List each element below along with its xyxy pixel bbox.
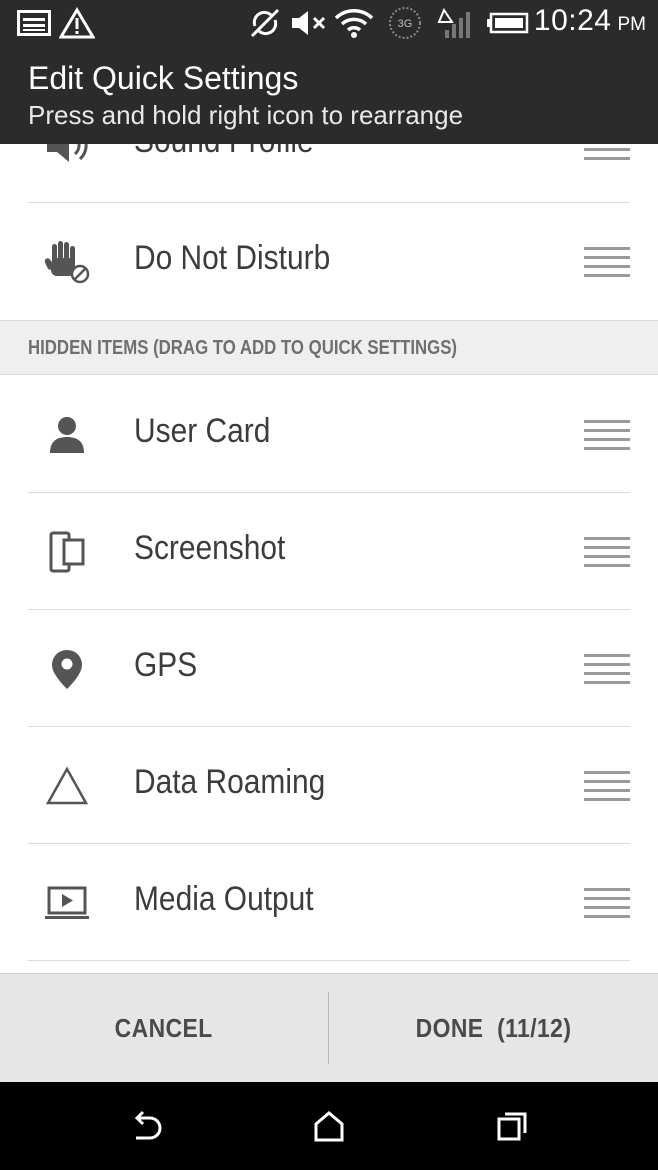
drag-handle-icon[interactable]: [584, 144, 630, 160]
home-icon[interactable]: [307, 1104, 351, 1148]
divider: [28, 960, 630, 961]
image-notification-icon: [16, 6, 52, 40]
quick-settings-list[interactable]: Sound Profile Do Not Disturb HIDDEN ITEM…: [0, 144, 658, 974]
sync-off-icon: [246, 6, 284, 40]
mute-icon: [290, 6, 330, 40]
battery-icon: [486, 6, 530, 40]
network-label: 3G: [398, 18, 413, 30]
list-item-user-card[interactable]: User Card: [0, 376, 658, 493]
speaker-icon: [40, 144, 94, 166]
clock-ampm: PM: [617, 14, 647, 35]
cancel-button[interactable]: CANCEL: [0, 974, 328, 1083]
list-item-do-not-disturb[interactable]: Do Not Disturb: [0, 203, 658, 320]
list-item-label: Sound Profile: [134, 144, 314, 161]
page-title: Edit Quick Settings: [28, 60, 299, 96]
recents-icon[interactable]: [490, 1104, 534, 1148]
list-item-label: Media Output: [134, 880, 314, 918]
status-bar: 3G 10:24 PM: [0, 0, 658, 46]
3g-data-icon: 3G: [386, 6, 424, 40]
person-icon: [40, 414, 94, 456]
wifi-icon: [334, 6, 374, 40]
clock: 10:24 PM: [534, 4, 646, 42]
list-item-label: Data Roaming: [134, 763, 326, 801]
location-pin-icon: [40, 648, 94, 690]
hidden-items-section-header: HIDDEN ITEMS (DRAG TO ADD TO QUICK SETTI…: [0, 320, 658, 375]
screenshot-icon: [40, 531, 94, 573]
media-output-icon: [40, 882, 94, 924]
navigation-bar: [0, 1082, 658, 1170]
back-icon[interactable]: [124, 1104, 168, 1148]
signal-icon: [436, 6, 476, 40]
cancel-label: CANCEL: [115, 1013, 213, 1043]
list-item-gps[interactable]: GPS: [0, 610, 658, 727]
action-bar: CANCEL DONE (11/12): [0, 973, 658, 1082]
drag-handle-icon[interactable]: [584, 771, 630, 801]
list-item-label: User Card: [134, 412, 271, 450]
list-item-label: Screenshot: [134, 529, 286, 567]
drag-handle-icon[interactable]: [584, 537, 630, 567]
page-subtitle: Press and hold right icon to rearrange: [28, 100, 464, 130]
header: Edit Quick Settings Press and hold right…: [0, 46, 658, 144]
drag-handle-icon[interactable]: [584, 888, 630, 918]
drag-handle-icon[interactable]: [584, 247, 630, 277]
clock-time: 10:24: [533, 4, 612, 37]
list-item-label: Do Not Disturb: [134, 239, 331, 277]
list-item-screenshot[interactable]: Screenshot: [0, 493, 658, 610]
triangle-icon: [40, 765, 94, 807]
list-item-label: GPS: [134, 646, 198, 684]
list-item-data-roaming[interactable]: Data Roaming: [0, 727, 658, 844]
drag-handle-icon[interactable]: [584, 420, 630, 450]
list-item-sound-profile[interactable]: Sound Profile: [0, 144, 658, 203]
done-label: DONE (11/12): [415, 1013, 572, 1043]
warning-icon: [58, 6, 96, 40]
done-button[interactable]: DONE (11/12): [329, 974, 658, 1083]
section-title: HIDDEN ITEMS (DRAG TO ADD TO QUICK SETTI…: [28, 337, 458, 359]
hand-block-icon: [40, 241, 94, 284]
drag-handle-icon[interactable]: [584, 654, 630, 684]
list-item-media-output[interactable]: Media Output: [0, 844, 658, 961]
